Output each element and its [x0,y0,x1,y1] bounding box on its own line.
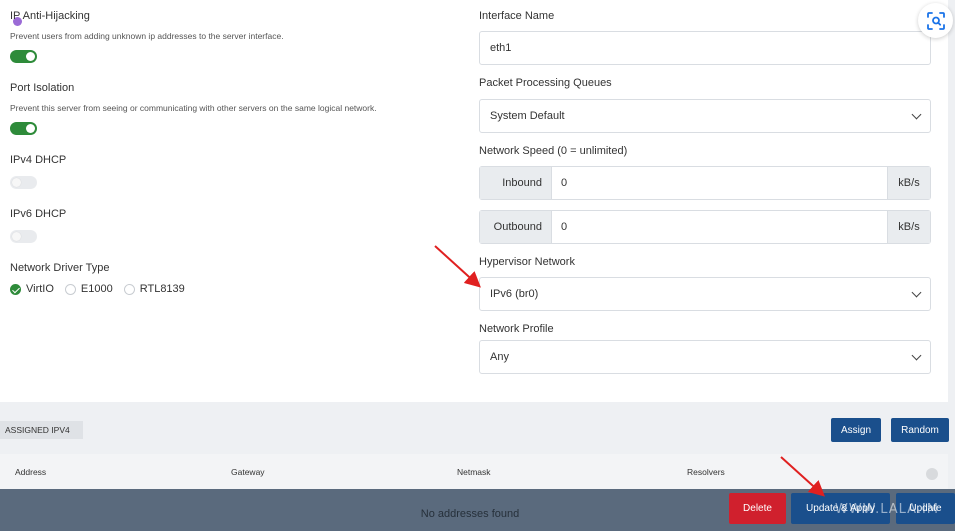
ipv6-dhcp-toggle[interactable] [10,230,37,243]
network-profile-label: Network Profile [479,323,554,335]
chevron-down-icon [911,350,922,361]
outbound-speed-group: Outbound 0 kB/s [479,210,931,244]
network-settings-panel: IP Anti-Hijacking Prevent users from add… [0,0,948,402]
queues-select[interactable]: System Default [479,99,931,133]
random-button[interactable]: Random [891,418,949,442]
assigned-ipv4-tag: ASSIGNED IPV4 [0,421,83,439]
ipv4-dhcp-toggle[interactable] [10,176,37,189]
anti-hijacking-desc: Prevent users from adding unknown ip add… [10,31,284,41]
chevron-down-icon [911,109,922,120]
column-resolvers: Resolvers [687,467,725,477]
anti-hijacking-label: IP Anti-Hijacking [10,10,90,22]
inbound-prefix: Inbound [480,167,552,199]
outbound-speed-input[interactable]: 0 [552,211,887,243]
scan-button[interactable] [918,3,953,38]
interface-name-input[interactable]: eth1 [479,31,931,65]
network-profile-select[interactable]: Any [479,340,931,374]
port-isolation-toggle[interactable] [10,122,37,135]
radio-rtl8139[interactable]: RTL8139 [123,283,185,295]
scan-icon [926,11,945,30]
port-isolation-label: Port Isolation [10,82,75,94]
hypervisor-network-label: Hypervisor Network [479,256,575,268]
radio-virtio[interactable]: VirtIO [10,283,54,295]
select-all-checkbox[interactable] [926,468,938,480]
ipv6-dhcp-label: IPv6 DHCP [10,208,67,220]
inbound-speed-input[interactable]: 0 [552,167,887,199]
inbound-speed-group: Inbound 0 kB/s [479,166,931,200]
network-speed-label: Network Speed (0 = unlimited) [479,145,628,157]
outbound-unit: kB/s [887,211,930,243]
chevron-down-icon [911,287,922,298]
interface-name-label: Interface Name [479,10,555,22]
driver-type-radio-group: VirtIO E1000 RTL8139 [10,283,196,295]
ipv4-dhcp-label: IPv4 DHCP [10,154,67,166]
column-address: Address [15,467,47,477]
column-gateway: Gateway [231,467,265,477]
driver-type-label: Network Driver Type [10,262,110,274]
queues-label: Packet Processing Queues [479,77,612,89]
column-netmask: Netmask [457,467,491,477]
assign-button[interactable]: Assign [831,418,881,442]
anti-hijacking-toggle[interactable] [10,50,37,63]
watermark-text: WWW.LALA.IM [835,502,940,517]
ipv4-table-header: Address Gateway Netmask Resolvers [0,454,948,489]
delete-button[interactable]: Delete [729,493,786,524]
inbound-unit: kB/s [887,167,930,199]
outbound-prefix: Outbound [480,211,552,243]
port-isolation-desc: Prevent this server from seeing or commu… [10,103,377,113]
hypervisor-network-select[interactable]: IPv6 (br0) [479,277,931,311]
radio-e1000[interactable]: E1000 [64,283,113,295]
